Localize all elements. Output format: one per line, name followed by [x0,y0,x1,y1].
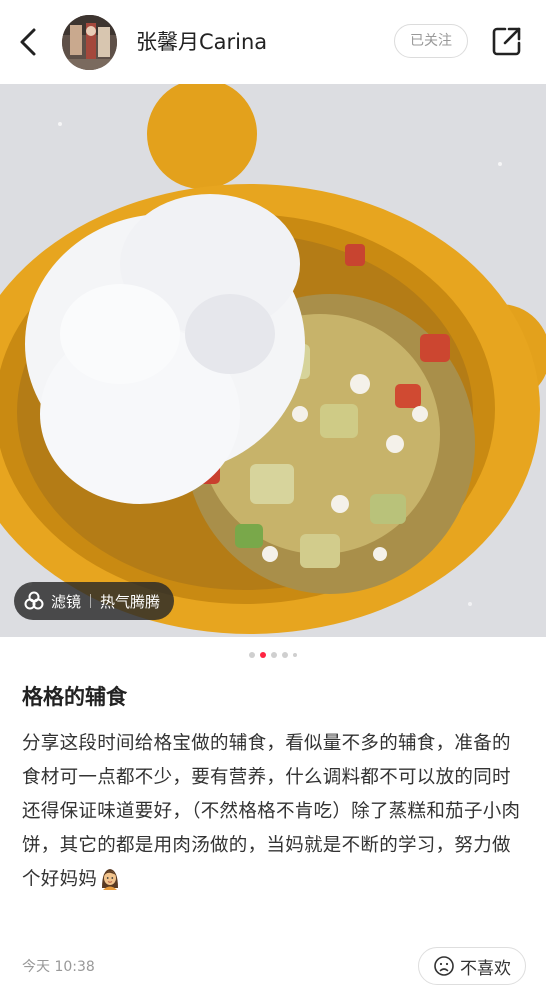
carousel-dot [293,653,297,657]
top-bar: 张馨月Carina 已关注 [0,0,546,84]
back-button[interactable] [14,24,46,60]
filter-label: 滤镜 [51,592,82,611]
post-body-text: 分享这段时间给格宝做的辅食，看似量不多的辅食，准备的食材可一点都不少，要有营养，… [22,733,521,890]
dislike-label: 不喜欢 [460,958,511,979]
dislike-button[interactable]: 不喜欢 [418,947,526,985]
food-photo-image [0,84,546,637]
chevron-left-icon [20,28,36,56]
carousel-dot [249,652,255,658]
author-avatar[interactable] [62,15,117,70]
sad-face-icon [434,956,454,976]
avatar-image [62,15,117,70]
filter-name: 热气腾腾 [100,592,161,611]
post-body: 分享这段时间给格宝做的辅食，看似量不多的辅食，准备的食材可一点都不少，要有营养，… [22,727,522,897]
carousel-dot [282,652,288,658]
share-button[interactable] [490,24,524,58]
filter-divider [90,594,92,608]
carousel-dot [271,652,277,658]
woman-emoji-icon [102,869,119,890]
author-name[interactable]: 张馨月Carina [136,27,267,57]
post-photo[interactable] [0,84,546,637]
carousel-dot-active [260,652,266,658]
post-time: 今天 10:38 [22,959,95,975]
follow-button[interactable]: 已关注 [394,24,468,58]
filter-tag[interactable]: 滤镜 热气腾腾 [14,582,175,620]
share-icon [492,27,521,56]
carousel-indicator [0,652,546,658]
post-title: 格格的辅食 [22,685,127,709]
filter-icon [24,591,44,610]
